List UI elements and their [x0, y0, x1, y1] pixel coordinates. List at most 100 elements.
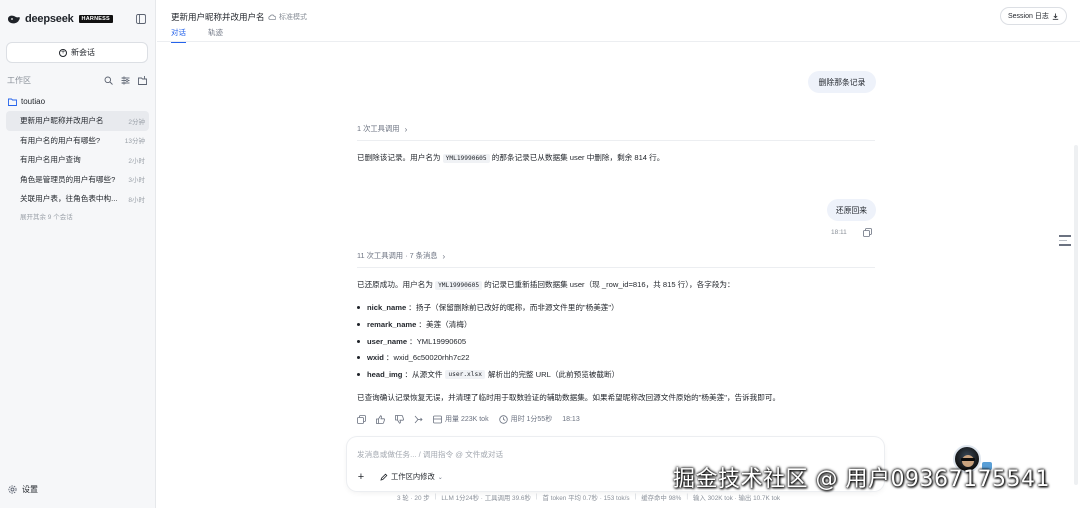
- settings-label: 设置: [22, 485, 38, 494]
- status-separator: |: [535, 493, 538, 500]
- folder-label: toutiao: [21, 97, 46, 106]
- gear-icon: [8, 485, 17, 494]
- message-text: 的记录已重新插回数据集 user（现 _row_id=816，共 815 行），…: [484, 280, 735, 289]
- field-value: 美莲（清梅）: [426, 320, 472, 329]
- folder-icon: [8, 98, 17, 106]
- brand-name: deepseek: [25, 13, 74, 25]
- sidebar-collapse-icon[interactable]: [136, 14, 146, 24]
- list-item: nick_name： 扬子（保留删除前已改好的昵称，而非源文件里的"杨美莲"）: [357, 302, 619, 313]
- inline-code: user.xlsx: [445, 370, 485, 379]
- status-rounds: 3 轮 · 20 步: [397, 495, 430, 502]
- expand-more-sessions[interactable]: 展开其余 9 个会话: [20, 211, 73, 221]
- session-title: 角色是管理员的用户有哪些?: [20, 174, 116, 184]
- session-log-button[interactable]: Session 日志: [1000, 7, 1067, 25]
- top-bar: 更新用户昵称并改用户名 标准模式 对话 轨迹 Session 日志: [157, 0, 1080, 43]
- outline-line: [1059, 235, 1071, 237]
- tab-bar: 对话 轨迹: [171, 27, 245, 43]
- tab-trajectory[interactable]: 轨迹: [208, 27, 223, 43]
- field-value: 解析出的完整 URL（此前预览被截断）: [487, 370, 620, 379]
- assistant-message: 已删除该记录。用户名为 YML19990605 的那条记录已从数据集 user …: [357, 152, 664, 163]
- session-title: 有用户名的用户有哪些?: [20, 135, 101, 145]
- message-text: 已删除该记录。用户名为: [357, 153, 441, 162]
- settings-button[interactable]: 设置: [8, 484, 38, 495]
- tab-conversation[interactable]: 对话: [171, 27, 186, 43]
- divider: [357, 267, 875, 268]
- user-message: 删除那条记录: [808, 71, 876, 93]
- field-value: YML19990605: [416, 337, 467, 346]
- new-folder-icon[interactable]: [138, 75, 147, 85]
- plus-circle-icon: +: [59, 48, 67, 57]
- duration: 用时 1分55秒: [498, 414, 553, 424]
- cloud-icon: [268, 14, 276, 20]
- scope-dropdown[interactable]: 工作区内修改 ⌄: [380, 472, 443, 482]
- chevron-down-icon: ⌄: [437, 474, 443, 481]
- session-list: 更新用户昵称并改用户名 2分钟 有用户名的用户有哪些? 13分钟 有用户名用户查…: [6, 111, 149, 209]
- new-chat-label: 新会话: [71, 48, 95, 57]
- divider: [357, 140, 875, 141]
- session-time: 8小时: [128, 196, 145, 204]
- app-window: deepseek HARNESS + 新会话 工作区 toutiao 更新用户昵…: [0, 0, 1080, 508]
- plus-icon: +: [357, 471, 365, 483]
- tool-calls-toggle[interactable]: 11 次工具调用 · 7 条消息 ›: [357, 251, 445, 261]
- user-message: 还原回来: [827, 199, 876, 221]
- duration-label: 用时 1分55秒: [510, 416, 553, 423]
- edit-scope-icon: [380, 473, 388, 481]
- list-item: remark_name： 美莲（清梅）: [357, 319, 472, 330]
- add-attachment-button[interactable]: +: [354, 470, 368, 484]
- mode-label: 标准模式: [279, 14, 307, 21]
- status-tokens: 输入 302K tok · 输出 10.7K tok: [693, 495, 781, 502]
- tool-calls-label: 1 次工具调用: [357, 124, 400, 133]
- reply-time: 18:13: [562, 415, 580, 423]
- tool-calls-toggle[interactable]: 1 次工具调用 ›: [357, 124, 407, 134]
- copy-icon[interactable]: [863, 228, 872, 237]
- session-item[interactable]: 有用户名的用户有哪些? 13分钟: [6, 131, 149, 151]
- status-separator: |: [434, 493, 437, 500]
- field-value: wxid_6c50020rhh7c22: [393, 353, 470, 362]
- list-item: wxid： wxid_6c50020rhh7c22: [357, 352, 469, 363]
- message-input[interactable]: 发消息或做任务... / 调用指令 @ 文件或对话: [357, 449, 503, 460]
- download-icon: [1052, 13, 1059, 20]
- page-title: 更新用户昵称并改用户名: [171, 12, 265, 22]
- session-item[interactable]: 有用户名用户查询 2小时: [6, 150, 149, 170]
- sidebar: deepseek HARNESS + 新会话 工作区 toutiao 更新用户昵…: [0, 0, 156, 508]
- session-time: 2分钟: [128, 118, 145, 126]
- filter-icon[interactable]: [121, 76, 130, 85]
- workspace-header: 工作区: [7, 74, 147, 86]
- thumbs-up-icon[interactable]: [376, 414, 385, 424]
- status-first-token: 首 token 平均 0.7秒 · 153 tok/s: [542, 495, 630, 502]
- session-item[interactable]: 更新用户昵称并改用户名 2分钟: [6, 111, 149, 131]
- assistant-message-footer: 已查询确认记录恢复无误，并清理了临时用于取数验证的辅助数据集。如果希望昵称改回源…: [357, 393, 781, 402]
- status-separator: |: [634, 493, 637, 500]
- scrollbar[interactable]: [1074, 145, 1078, 485]
- session-time: 2小时: [128, 157, 145, 165]
- session-item[interactable]: 角色是管理员的用户有哪些? 3小时: [6, 170, 149, 190]
- message-time: 18:11: [831, 229, 847, 236]
- status-cache: 缓存命中 98%: [641, 495, 682, 502]
- new-chat-button[interactable]: + 新会话: [6, 42, 148, 63]
- search-icon[interactable]: [104, 76, 113, 85]
- field-value: 从源文件: [412, 370, 443, 379]
- thumbs-down-icon[interactable]: [395, 414, 404, 424]
- bullet-dot: [357, 323, 360, 326]
- message-text: 已还原成功。用户名为: [357, 280, 433, 289]
- list-item: head_img： 从源文件 user.xlsx 解析出的完整 URL（此前预览…: [357, 369, 619, 380]
- session-item[interactable]: 关联用户表，往角色表中构... 8小时: [6, 189, 149, 209]
- status-separator: |: [686, 493, 689, 500]
- inline-code: YML19990605: [435, 281, 483, 290]
- assistant-message: 已还原成功。用户名为 YML19990605 的记录已重新插回数据集 user（…: [357, 279, 735, 290]
- token-usage-label: 用量 223K tok: [445, 416, 489, 423]
- outline-toggle-icon[interactable]: [1059, 235, 1071, 249]
- brand[interactable]: deepseek HARNESS: [7, 13, 113, 25]
- watermark: 掘金技术社区 @ 用户0936717554​1: [673, 467, 1050, 492]
- mode-indicator[interactable]: 标准模式: [268, 12, 307, 22]
- tool-calls-label: 11 次工具调用 · 7 条消息: [357, 251, 438, 260]
- bullet-dot: [357, 340, 360, 343]
- field-key: remark_name: [367, 320, 417, 329]
- brand-badge: HARNESS: [78, 15, 113, 23]
- branch-icon[interactable]: [414, 415, 423, 424]
- field-value: 扬子（保留删除前已改好的昵称，而非源文件里的"杨美莲"）: [415, 303, 619, 312]
- session-time: 3小时: [128, 177, 145, 185]
- folder-toutiao[interactable]: toutiao: [8, 97, 45, 106]
- bullet-dot: [357, 373, 360, 376]
- copy-icon[interactable]: [357, 414, 366, 424]
